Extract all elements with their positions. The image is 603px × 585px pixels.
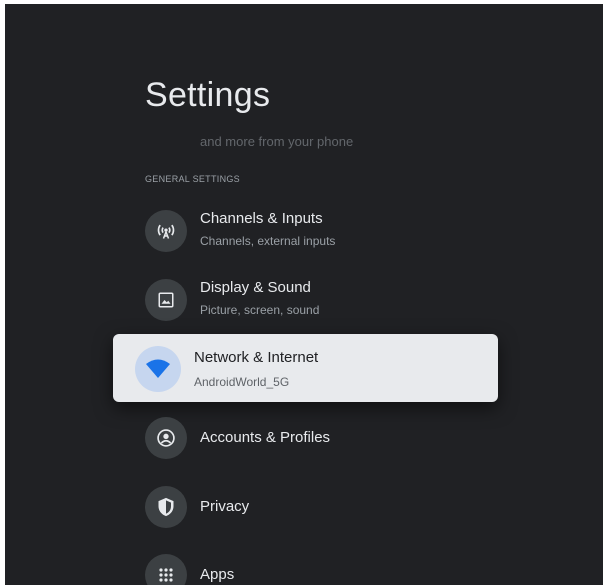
- tv-settings-screen: Settings and more from your phone GENERA…: [5, 4, 603, 585]
- settings-item-label: Channels & Inputs: [200, 210, 323, 227]
- settings-item-label: Privacy: [200, 498, 250, 515]
- settings-item-subtitle: Channels, external inputs: [200, 234, 336, 248]
- shield-icon: [145, 486, 187, 528]
- settings-item-channels-inputs[interactable]: Channels & Inputs Channels, external inp…: [145, 204, 505, 256]
- settings-item-label: Apps: [200, 566, 235, 583]
- image-icon: [145, 279, 187, 321]
- settings-item-network-internet[interactable]: Network & Internet AndroidWorld_5G: [113, 334, 498, 402]
- wifi-icon: [135, 346, 181, 392]
- settings-item-accounts-profiles[interactable]: Accounts & Profiles: [145, 412, 505, 464]
- antenna-icon: [145, 210, 187, 252]
- settings-item-label: Display & Sound: [200, 279, 311, 296]
- settings-item-subtitle: AndroidWorld_5G: [194, 375, 290, 389]
- apps-grid-icon: [145, 554, 187, 585]
- settings-item-display-sound[interactable]: Display & Sound Picture, screen, sound: [145, 273, 505, 325]
- settings-item-privacy[interactable]: Privacy: [145, 481, 505, 533]
- settings-item-label: Network & Internet: [194, 349, 319, 366]
- page-title: Settings: [145, 76, 271, 114]
- account-icon: [145, 417, 187, 459]
- scrolled-item-subtitle: and more from your phone: [200, 134, 354, 149]
- section-header-general-settings: GENERAL SETTINGS: [145, 174, 240, 184]
- settings-item-label: Accounts & Profiles: [200, 429, 331, 446]
- settings-item-subtitle: Picture, screen, sound: [200, 303, 320, 317]
- settings-item-apps[interactable]: Apps: [145, 549, 505, 585]
